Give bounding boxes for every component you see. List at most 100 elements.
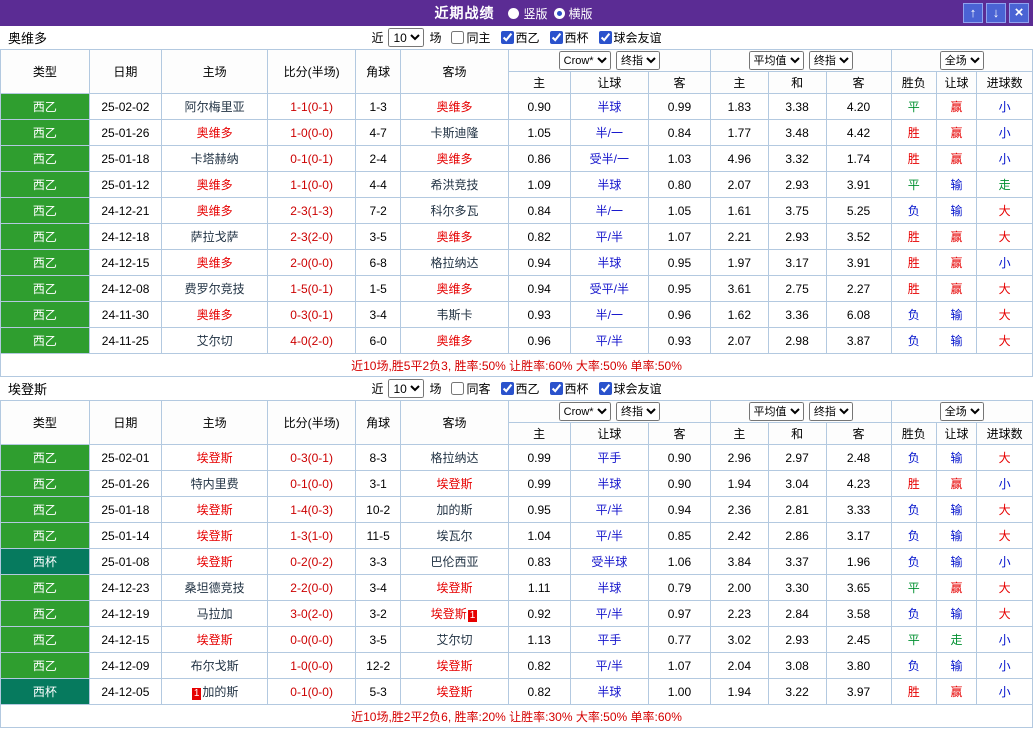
handicap-cell: 半/一 (569, 119, 650, 146)
avg-home-cell: 1.94 (709, 678, 769, 705)
home-team-cell: 1 加的斯 (160, 678, 269, 705)
odds-away-cell: 1.00 (648, 678, 711, 705)
match-row: 西乙 25-01-18 卡塔赫纳 0-1(0-1) 2-4 奥维多 0.86 受半/一 1.03… (0, 145, 1033, 172)
team-name-text: 埃登斯 (196, 529, 233, 543)
avg-away-cell: 3.87 (825, 327, 892, 354)
col-header-date: 日期 (88, 49, 162, 94)
odds-away-cell: 1.03 (648, 145, 711, 172)
team-name-text: 艾尔切 (436, 633, 473, 647)
team-name-text: 马拉加 (196, 607, 233, 621)
layout-radio[interactable]: 竖版 (508, 5, 548, 22)
bookmaker-index-select[interactable]: 终指 (615, 51, 660, 70)
league-cell: 西乙 (0, 470, 90, 497)
corner-cell: 4-4 (354, 171, 402, 198)
home-team-cell: 艾尔切 (160, 327, 269, 354)
result-cell: 负 (890, 548, 937, 575)
home-team-cell: 埃登斯 (160, 626, 269, 653)
goals-result-cell: 大 (976, 327, 1033, 354)
handicap-cell: 受半/一 (569, 145, 650, 172)
match-row: 西乙 24-12-15 奥维多 2-0(0-0) 6-8 格拉纳达 0.94 半球 0.95 1.… (0, 249, 1033, 276)
avg-home-cell: 2.36 (709, 496, 769, 523)
avg-draw-cell: 3.48 (767, 119, 827, 146)
checkbox-label: 同客 (466, 382, 491, 396)
recent-count-select[interactable]: 10 (388, 379, 425, 398)
bookmaker-select[interactable]: Crow* (558, 51, 611, 70)
odds-away-cell: 1.07 (648, 223, 711, 250)
section-team-name: 奥维多 (8, 31, 48, 46)
odds-home-cell: 0.95 (507, 496, 571, 523)
bookmaker-index-select[interactable]: 终指 (615, 402, 660, 421)
match-row: 西杯 25-01-08 埃登斯 0-2(0-2) 3-3 巴伦西亚 0.83 受半球 1.06 3… (0, 548, 1033, 575)
average-select[interactable]: 平均值 (748, 402, 804, 421)
team-name-text: 奥维多 (196, 308, 233, 322)
filter-matches-label: 场 (429, 382, 442, 396)
result-group-header: 全场 (890, 400, 1033, 423)
league-cell: 西乙 (0, 444, 90, 471)
team-name-text: 希洪竞技 (430, 178, 479, 192)
date-cell: 25-01-26 (88, 470, 162, 497)
league-checkbox[interactable] (500, 382, 514, 395)
result-cell: 胜 (890, 470, 937, 497)
league-cell: 西乙 (0, 301, 90, 328)
fulltime-select[interactable]: 全场 (939, 51, 984, 70)
col-header-odds-away: 客 (648, 422, 711, 445)
handicap-result-cell: 输 (935, 522, 978, 549)
odds-home-cell: 0.82 (507, 223, 571, 250)
move-down-button[interactable]: ↓ (986, 3, 1006, 23)
handicap-cell: 半/一 (569, 301, 650, 328)
team-name-text: 奥维多 (196, 204, 233, 218)
league-cell: 西乙 (0, 223, 90, 250)
date-cell: 24-11-30 (88, 301, 162, 328)
avg-home-cell: 4.96 (709, 145, 769, 172)
match-row: 西乙 24-12-21 奥维多 2-3(1-3) 7-2 科尔多瓦 0.84 半/一 1.05 1… (0, 197, 1033, 224)
league-checkbox[interactable] (500, 31, 514, 44)
away-team-cell: 奥维多 (400, 145, 509, 172)
goals-result-cell: 小 (976, 119, 1033, 146)
friendly-checkbox[interactable] (598, 382, 612, 395)
col-header-goals: 进球数 (976, 422, 1033, 445)
checkbox-label: 西杯 (564, 382, 589, 396)
result-cell: 平 (890, 626, 937, 653)
close-button[interactable]: × (1009, 3, 1029, 23)
avg-draw-cell: 2.84 (767, 600, 827, 627)
move-up-button[interactable]: ↑ (963, 3, 983, 23)
team-name-text: 埃登斯 (196, 503, 233, 517)
cup-checkbox[interactable] (549, 31, 563, 44)
odds-group-header: Crow* 终指 (507, 49, 711, 72)
recent-count-select[interactable]: 10 (388, 28, 425, 47)
team-name-text: 格拉纳达 (430, 256, 479, 270)
league-cell: 西乙 (0, 171, 90, 198)
cup-checkbox[interactable] (549, 382, 563, 395)
average-select[interactable]: 平均值 (748, 51, 804, 70)
team-name-text: 埃登斯 (196, 451, 233, 465)
average-index-select[interactable]: 终指 (808, 51, 853, 70)
avg-away-cell: 2.48 (825, 444, 892, 471)
bookmaker-select[interactable]: Crow* (558, 402, 611, 421)
col-header-score: 比分(半场) (267, 400, 356, 445)
filter-recent-label: 近 (371, 31, 384, 45)
avg-away-cell: 3.58 (825, 600, 892, 627)
team-name-text: 埃登斯 (196, 633, 233, 647)
match-row: 西乙 24-11-30 奥维多 0-3(0-1) 3-4 韦斯卡 0.93 半/一 0.96 1.… (0, 301, 1033, 328)
fulltime-select[interactable]: 全场 (939, 402, 984, 421)
average-index-select[interactable]: 终指 (808, 402, 853, 421)
same-venue-checkbox[interactable] (451, 31, 465, 44)
avg-draw-cell: 3.04 (767, 470, 827, 497)
friendly-checkbox[interactable] (598, 31, 612, 44)
team-name-text: 埃登斯 (436, 685, 473, 699)
avg-home-cell: 3.02 (709, 626, 769, 653)
handicap-cell: 平/半 (569, 223, 650, 250)
league-cell: 西乙 (0, 249, 90, 276)
result-cell: 负 (890, 652, 937, 679)
layout-radio[interactable]: 横版 (553, 5, 593, 22)
checkbox-label: 西乙 (515, 382, 540, 396)
away-team-cell: 希洪竞技 (400, 171, 509, 198)
handicap-result-cell: 赢 (935, 275, 978, 302)
handicap-cell: 半球 (569, 574, 650, 601)
avg-draw-cell: 3.37 (767, 548, 827, 575)
date-cell: 24-12-21 (88, 197, 162, 224)
result-cell: 胜 (890, 678, 937, 705)
same-venue-checkbox[interactable] (451, 382, 465, 395)
home-team-cell: 埃登斯 (160, 496, 269, 523)
away-team-cell: 卡斯迪隆 (400, 119, 509, 146)
